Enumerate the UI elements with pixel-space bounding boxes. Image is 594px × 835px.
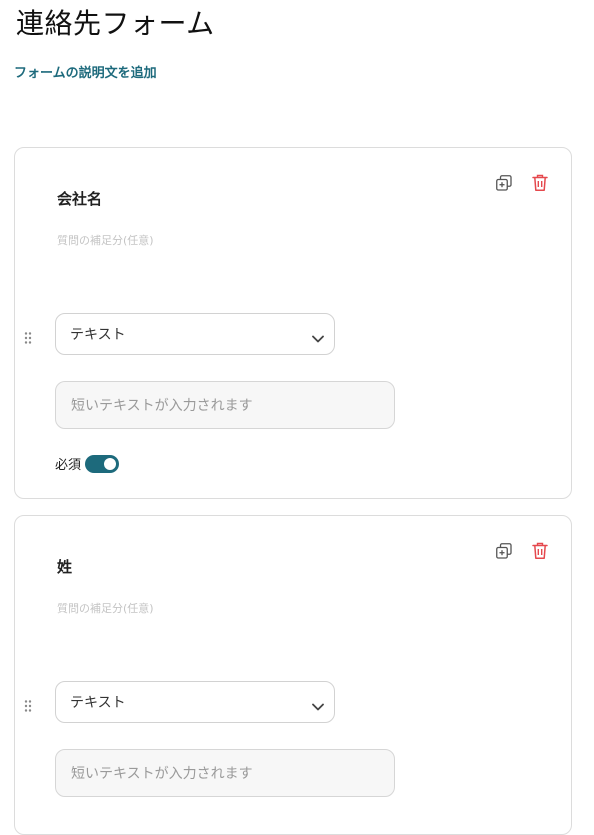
question-type-value: テキスト xyxy=(70,327,126,343)
answer-preview-field: 短いテキストが入力されます xyxy=(55,749,395,797)
question-type-select[interactable]: テキスト xyxy=(55,681,335,723)
question-card: 会社名 質問の補足分(任意) テキスト 短いテキストが入力されます 必須 xyxy=(14,147,572,499)
duplicate-icon[interactable] xyxy=(495,542,513,560)
duplicate-icon[interactable] xyxy=(495,174,513,192)
trash-icon[interactable] xyxy=(531,542,549,560)
required-row: 必須 xyxy=(55,454,120,473)
question-type-select[interactable]: テキスト xyxy=(55,313,335,355)
trash-icon[interactable] xyxy=(531,174,549,192)
chevron-down-icon xyxy=(312,328,324,347)
question-title[interactable]: 会社名 xyxy=(57,188,102,209)
answer-preview-placeholder: 短いテキストが入力されます xyxy=(71,766,253,782)
answer-preview-field: 短いテキストが入力されます xyxy=(55,381,395,429)
drag-handle-icon[interactable] xyxy=(23,698,33,712)
question-type-value: テキスト xyxy=(70,695,126,711)
answer-preview-placeholder: 短いテキストが入力されます xyxy=(71,398,253,414)
drag-handle-icon[interactable] xyxy=(23,330,33,344)
required-label: 必須 xyxy=(55,458,82,473)
chevron-down-icon xyxy=(312,696,324,715)
required-toggle[interactable] xyxy=(85,454,120,473)
question-subtitle-input[interactable]: 質問の補足分(任意) xyxy=(57,232,154,248)
add-description-link[interactable]: フォームの説明文を追加 xyxy=(14,62,157,81)
question-card: 姓 質問の補足分(任意) テキスト 短いテキストが入力されます xyxy=(14,515,572,835)
form-title[interactable]: 連絡先フォーム xyxy=(16,2,215,42)
question-subtitle-input[interactable]: 質問の補足分(任意) xyxy=(57,600,154,616)
question-title[interactable]: 姓 xyxy=(57,556,72,577)
toggle-knob xyxy=(104,457,117,470)
